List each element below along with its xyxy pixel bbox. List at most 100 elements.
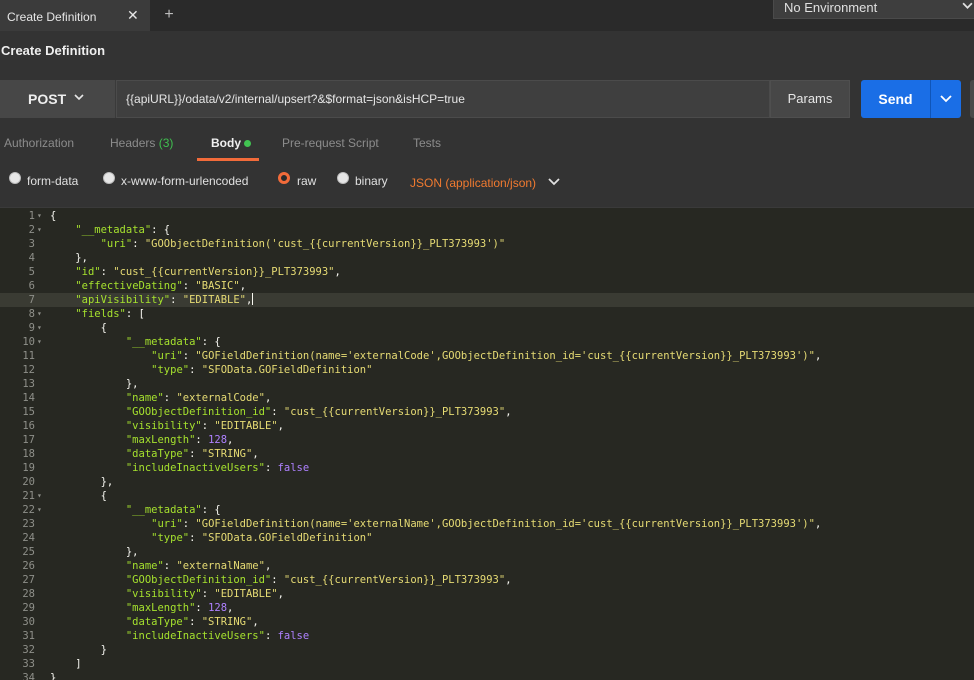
fold-arrow-icon[interactable]: ▾ [37, 321, 42, 335]
code-text: "maxLength": 128, [125, 602, 234, 614]
tab-pre-request-script[interactable]: Pre-request Script [282, 136, 379, 150]
fold-arrow-icon[interactable]: ▾ [37, 209, 42, 223]
code-text: "GOObjectDefinition_id": "cust_{{current… [125, 574, 512, 586]
code-line[interactable]: 23 "uri": "GOFieldDefinition(name='exter… [0, 517, 974, 531]
send-button[interactable]: Send [861, 80, 930, 118]
code-line[interactable]: 34} [0, 671, 974, 680]
code-line[interactable]: 20 }, [0, 475, 974, 489]
code-line[interactable]: 17 "maxLength": 128, [0, 433, 974, 447]
code-text: }, [50, 252, 88, 264]
code-text: "name": "externalCode", [125, 392, 272, 404]
code-line[interactable]: 18 "dataType": "STRING", [0, 447, 974, 461]
code-line[interactable]: 6 "effectiveDating": "BASIC", [0, 279, 974, 293]
radio-x-www-form-urlencoded[interactable] [103, 172, 115, 184]
chevron-down-icon [940, 95, 952, 103]
code-text: { [50, 210, 57, 222]
code-line[interactable]: 8 ▾ "fields": [ [0, 307, 974, 321]
chevron-down-icon[interactable] [548, 177, 560, 187]
code-line[interactable]: 26 "name": "externalName", [0, 559, 974, 573]
fold-arrow-icon[interactable]: ▾ [37, 489, 42, 503]
code-line[interactable]: 7 "apiVisibility": "EDITABLE", [0, 293, 974, 307]
environment-select[interactable]: No Environment [773, 0, 974, 19]
code-line[interactable]: 24 "type": "SFOData.GOFieldDefinition" [0, 531, 974, 545]
code-line[interactable]: 19 "includeInactiveUsers": false [0, 461, 974, 475]
request-tab[interactable]: Create Definition ✕ [0, 0, 150, 31]
request-tab-title: Create Definition [7, 10, 97, 24]
environment-label: No Environment [784, 0, 878, 15]
code-line[interactable]: 33 ] [0, 657, 974, 671]
code-line[interactable]: 22 ▾ "__metadata": { [0, 503, 974, 517]
line-number: 24 [22, 532, 35, 544]
url-input[interactable]: {{apiURL}}/odata/v2/internal/upsert?&$fo… [116, 80, 770, 118]
line-number: 4 [28, 252, 35, 264]
code-line[interactable]: 14 "name": "externalCode", [0, 391, 974, 405]
code-line[interactable]: 13 }, [0, 377, 974, 391]
code-line[interactable]: 4 }, [0, 251, 974, 265]
code-text: "__metadata": { [125, 336, 221, 348]
line-number: 21 [22, 490, 35, 502]
code-line[interactable]: 10 ▾ "__metadata": { [0, 335, 974, 349]
line-number: 18 [22, 448, 35, 460]
fold-arrow-icon[interactable]: ▾ [37, 223, 42, 237]
code-text: }, [50, 476, 114, 488]
plus-icon[interactable]: + [155, 0, 183, 31]
text-cursor [252, 293, 254, 305]
tab-headers[interactable]: Headers (3) [110, 136, 173, 150]
code-text: }, [50, 546, 139, 558]
code-line[interactable]: 25 }, [0, 545, 974, 559]
tab-authorization[interactable]: Authorization [4, 136, 74, 150]
code-line[interactable]: 3 "uri": "GOObjectDefinition('cust_{{cur… [0, 237, 974, 251]
method-select[interactable]: POST [0, 80, 116, 118]
tab-label: Headers [110, 136, 156, 150]
line-number: 17 [22, 434, 35, 446]
fold-arrow-icon[interactable]: ▾ [37, 503, 42, 517]
line-number: 34 [22, 672, 35, 680]
code-text: }, [50, 378, 139, 390]
code-line[interactable]: 31 "includeInactiveUsers": false [0, 629, 974, 643]
code-text: } [50, 672, 57, 680]
code-text: "GOObjectDefinition_id": "cust_{{current… [125, 406, 512, 418]
code-line[interactable]: 32 } [0, 643, 974, 657]
radio-raw[interactable] [278, 172, 290, 184]
code-line[interactable]: 16 "visibility": "EDITABLE", [0, 419, 974, 433]
code-line[interactable]: 5 "id": "cust_{{currentVersion}}_PLT3739… [0, 265, 974, 279]
code-text: "uri": "GOFieldDefinition(name='external… [151, 518, 822, 530]
code-editor[interactable]: 1 ▾{2 ▾ "__metadata": {3 "uri": "GOObjectD… [0, 207, 974, 680]
code-text: "dataType": "STRING", [125, 448, 259, 460]
line-number: 13 [22, 378, 35, 390]
code-line[interactable]: 30 "dataType": "STRING", [0, 615, 974, 629]
line-number: 31 [22, 630, 35, 642]
code-line[interactable]: 12 "type": "SFOData.GOFieldDefinition" [0, 363, 974, 377]
radio-form-data[interactable] [9, 172, 21, 184]
code-line[interactable]: 28 "visibility": "EDITABLE", [0, 587, 974, 601]
code-text: "fields": [ [75, 308, 145, 320]
tab-body[interactable]: Body [211, 136, 241, 150]
status-dot-icon [244, 140, 251, 147]
headers-count-badge: (3) [158, 136, 174, 150]
code-text: "type": "SFOData.GOFieldDefinition" [151, 532, 373, 544]
params-button[interactable]: Params [770, 80, 850, 118]
content-type-select[interactable]: JSON (application/json) [410, 176, 536, 190]
tab-label: Body [211, 136, 241, 150]
fold-arrow-icon[interactable]: ▾ [37, 335, 42, 349]
line-number: 26 [22, 560, 35, 572]
code-line[interactable]: 1 ▾ { [0, 209, 974, 223]
tab-tests[interactable]: Tests [413, 136, 441, 150]
code-line[interactable]: 29 "maxLength": 128, [0, 601, 974, 615]
line-number: 11 [22, 350, 35, 362]
send-options-button[interactable] [930, 80, 961, 118]
line-number: 3 [28, 238, 35, 250]
code-line[interactable]: 21 ▾ { [0, 489, 974, 503]
tab-label: Authorization [4, 136, 75, 150]
code-line[interactable]: 9 ▾ { [0, 321, 974, 335]
radio-binary[interactable] [337, 172, 349, 184]
close-icon[interactable]: ✕ [127, 7, 139, 24]
save-button-edge[interactable] [970, 80, 974, 118]
code-line[interactable]: 15 "GOObjectDefinition_id": "cust_{{curr… [0, 405, 974, 419]
active-tab-indicator [197, 158, 259, 161]
code-line[interactable]: 2 ▾ "__metadata": { [0, 223, 974, 237]
fold-arrow-icon[interactable]: ▾ [37, 307, 42, 321]
code-line[interactable]: 11 "uri": "GOFieldDefinition(name='exter… [0, 349, 974, 363]
code-line[interactable]: 27 "GOObjectDefinition_id": "cust_{{curr… [0, 573, 974, 587]
code-text: "uri": "GOFieldDefinition(name='external… [151, 350, 822, 362]
